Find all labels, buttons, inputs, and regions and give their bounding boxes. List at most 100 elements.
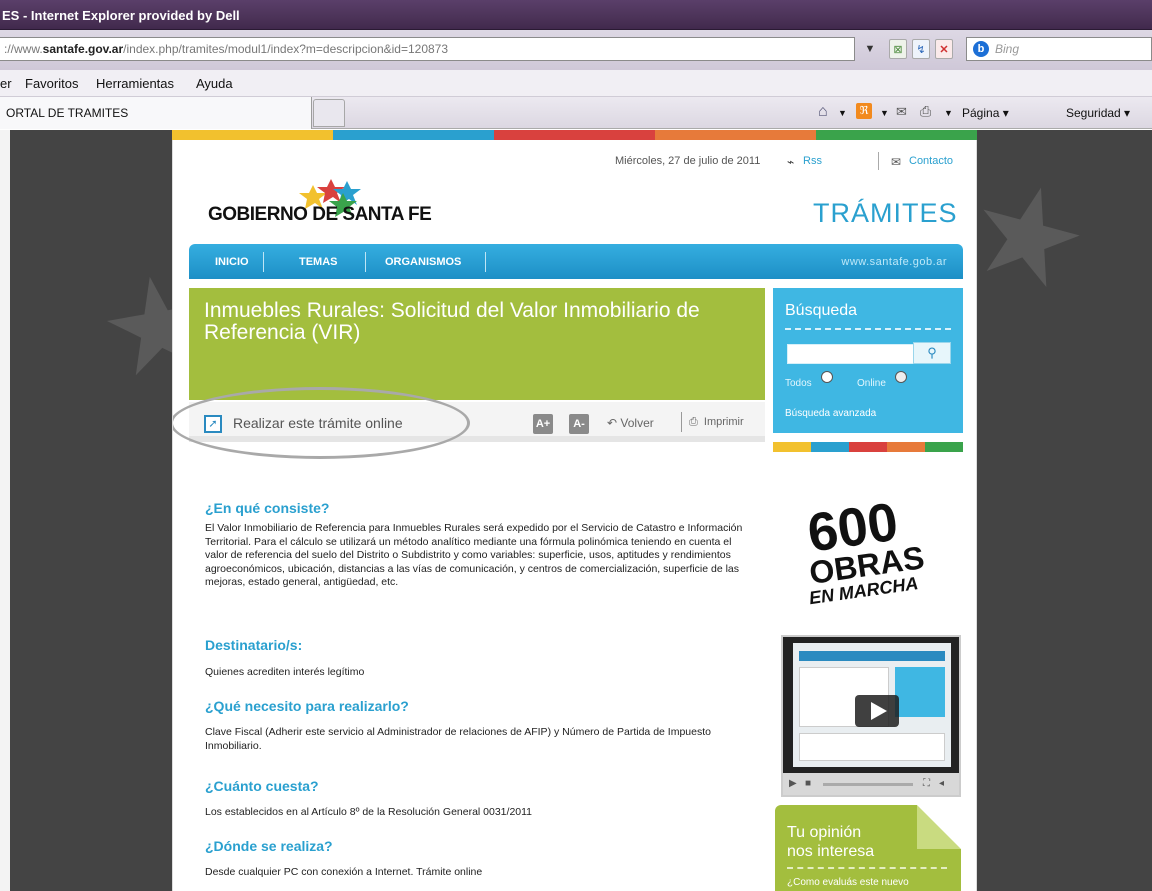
stop-control-icon[interactable]: ■: [805, 778, 811, 789]
play-icon[interactable]: [855, 695, 899, 727]
address-path: /index.php/tramites/modul1/index?m=descr…: [123, 42, 449, 56]
video-controls[interactable]: ▶ ■ ⛶ ◂: [783, 773, 959, 795]
contact-mail-icon[interactable]: ✉: [891, 155, 901, 169]
option-all-radio[interactable]: [821, 371, 833, 383]
stop-icon[interactable]: ✕: [935, 39, 953, 59]
section-title: TRÁMITES: [813, 198, 958, 228]
page-fold-icon: [917, 805, 961, 849]
nav-temas[interactable]: TEMAS: [299, 256, 338, 268]
menu-item-help[interactable]: Ayuda: [196, 76, 233, 91]
font-increase-button[interactable]: A+: [533, 414, 553, 434]
opinion-subtitle: ¿Como evaluás este nuevo: [787, 877, 909, 888]
printer-icon: ⎙: [689, 416, 704, 428]
address-bar[interactable]: ://www.santafe.gov.ar/index.php/tramites…: [0, 37, 855, 61]
rss-link[interactable]: Rss: [803, 155, 822, 167]
section-heading: ¿En qué consiste?: [205, 500, 330, 516]
site-search-input[interactable]: [787, 344, 915, 364]
address-domain: santafe.gov.ar: [42, 42, 124, 56]
home-icon[interactable]: ⌂: [818, 103, 828, 121]
nav-organismos[interactable]: ORGANISMOS: [385, 256, 461, 268]
window-title: ES - Internet Explorer provided by Dell: [2, 8, 240, 23]
volume-icon[interactable]: ◂: [939, 778, 944, 789]
nav-divider: [365, 252, 366, 272]
page-menu[interactable]: Página ▾: [962, 106, 1009, 120]
page-left-edge: [0, 130, 10, 891]
obras-banner[interactable]: 600 OBRAS EN MARCHA: [793, 495, 953, 605]
nav-divider: [263, 252, 264, 272]
tab-active[interactable]: ORTAL DE TRAMITES: [0, 97, 312, 129]
opinion-title-line2: nos interesa: [787, 843, 875, 860]
section-heading: ¿Dónde se realiza?: [205, 838, 333, 854]
section-heading: Destinatario/s:: [205, 637, 303, 653]
search-title: Búsqueda: [785, 302, 858, 319]
menu-item-view[interactable]: er: [0, 76, 12, 91]
home-dropdown-icon[interactable]: ▼: [838, 108, 847, 118]
main-nav: INICIO TEMAS ORGANISMOS www.santafe.gob.…: [189, 244, 963, 279]
section-heading: ¿Cuánto cuesta?: [205, 778, 319, 794]
divider: [787, 867, 947, 869]
divider: [878, 152, 879, 170]
mail-icon[interactable]: ✉: [896, 104, 907, 120]
color-stripe: [172, 130, 977, 140]
section-text: Quienes acrediten interés legítimo: [205, 666, 365, 678]
opinion-box[interactable]: Tu opinión nos interesa ¿Como evaluás est…: [775, 805, 961, 891]
compat-view-icon[interactable]: ⊠: [889, 39, 907, 59]
option-online-radio[interactable]: [895, 371, 907, 383]
menu-item-favorites[interactable]: Favoritos: [25, 76, 78, 91]
print-link[interactable]: ⎙ Imprimir: [689, 416, 744, 429]
back-link[interactable]: ↶ Volver: [607, 416, 654, 430]
address-dropdown-icon[interactable]: ▼: [861, 39, 879, 59]
back-arrow-icon: ↶: [607, 416, 621, 430]
title-bar: ES - Internet Explorer provided by Dell: [0, 0, 1152, 30]
print-dropdown-icon[interactable]: ▼: [944, 108, 953, 118]
address-row: ://www.santafe.gov.ar/index.php/tramites…: [0, 30, 1152, 70]
search-box[interactable]: b Bing: [966, 37, 1152, 61]
option-online-label: Online: [857, 378, 886, 389]
site-logo[interactable]: GOBIERNO DE SANTA FE: [208, 204, 432, 226]
site-url: www.santafe.gob.ar: [841, 256, 947, 268]
new-tab-button[interactable]: [313, 99, 345, 127]
rss-icon[interactable]: ⌁: [787, 155, 794, 169]
section-text: Desde cualquier PC con conexión a Intern…: [205, 866, 483, 878]
tab-title: ORTAL DE TRAMITES: [6, 106, 129, 120]
address-prefix: ://www.: [4, 42, 43, 56]
nav-inicio[interactable]: INICIO: [215, 256, 249, 268]
section-heading: ¿Qué necesito para realizarlo?: [205, 698, 409, 714]
play-control-icon[interactable]: ▶: [789, 778, 797, 789]
menu-item-tools[interactable]: Herramientas: [96, 76, 174, 91]
current-date: Miércoles, 27 de julio de 2011: [615, 155, 761, 167]
print-label: Imprimir: [703, 416, 744, 428]
search-panel: Búsqueda ⚲ Todos Online Búsqueda avanzad…: [773, 288, 963, 433]
section-text: El Valor Inmobiliario de Referencia para…: [205, 522, 743, 588]
bing-logo-icon: b: [973, 41, 989, 57]
feeds-icon[interactable]: ℜ: [856, 103, 872, 119]
browser-window: ES - Internet Explorer provided by Dell …: [0, 0, 1152, 891]
nav-divider: [485, 252, 486, 272]
feeds-dropdown-icon[interactable]: ▼: [880, 108, 889, 118]
highlight-ellipse: [173, 387, 470, 459]
refresh-icon[interactable]: ↯: [912, 39, 930, 59]
video-player[interactable]: ▶ ■ ⛶ ◂: [781, 635, 961, 797]
site-page: Miércoles, 27 de julio de 2011 ⌁ Rss ✉ C…: [172, 140, 977, 891]
advanced-search-link[interactable]: Búsqueda avanzada: [785, 408, 876, 419]
tab-bar: ORTAL DE TRAMITES ⌂ ▼ ℜ ▼ ✉ ⎙ ▼ Página ▾…: [0, 97, 1152, 129]
color-stripe: [773, 442, 963, 452]
opinion-title-line1: Tu opinión: [787, 824, 862, 841]
security-menu[interactable]: Seguridad ▾: [1066, 106, 1130, 120]
divider: [681, 412, 682, 432]
site-search-button[interactable]: ⚲: [913, 342, 951, 364]
decorative-star-icon: ★: [953, 149, 1104, 321]
page-title: Inmuebles Rurales: Solicitud del Valor I…: [204, 299, 700, 344]
page-title-box: Inmuebles Rurales: Solicitud del Valor I…: [189, 288, 765, 400]
section-text: Clave Fiscal (Adherir este servicio al A…: [205, 726, 711, 752]
divider: [785, 328, 951, 330]
print-icon[interactable]: ⎙: [920, 103, 931, 120]
contact-link[interactable]: Contacto: [909, 155, 953, 167]
section-text: Los establecidos en al Artículo 8º de la…: [205, 806, 533, 818]
font-decrease-button[interactable]: A-: [569, 414, 589, 434]
video-screen: [793, 643, 951, 767]
video-progress[interactable]: [823, 783, 913, 786]
option-all-label: Todos: [785, 378, 812, 389]
menu-bar: er Favoritos Herramientas Ayuda: [0, 70, 1152, 97]
fullscreen-icon[interactable]: ⛶: [923, 778, 930, 789]
